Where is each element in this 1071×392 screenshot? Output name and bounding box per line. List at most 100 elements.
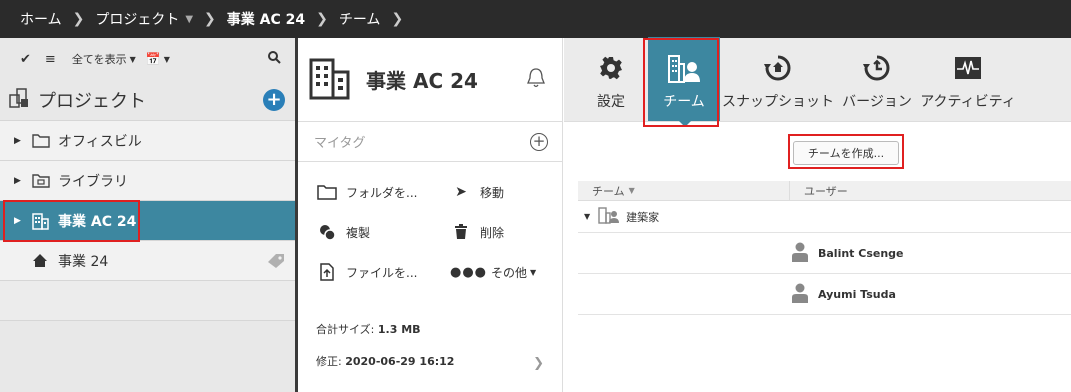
more-action-label: その他 xyxy=(491,265,528,280)
collapse-triangle-icon[interactable]: ▼ xyxy=(584,212,590,221)
chevron-right-icon: ❯ xyxy=(72,11,85,27)
user-icon xyxy=(792,283,808,306)
actions-row: 複製 削除 xyxy=(298,212,562,252)
trash-icon xyxy=(450,224,472,240)
move-action[interactable]: ➤ 移動 xyxy=(450,184,504,201)
create-team-button[interactable]: チームを作成... xyxy=(793,141,899,165)
move-action-label: 移動 xyxy=(480,185,505,200)
duplicate-action-label: 複製 xyxy=(346,225,371,240)
sidebar-item-project-24[interactable]: 事業 24 xyxy=(0,240,295,280)
team-icon xyxy=(667,51,701,85)
expand-triangle-icon[interactable]: ▶ xyxy=(14,216,26,226)
breadcrumb-project[interactable]: 事業 AC 24 xyxy=(227,9,305,29)
modified-value: 2020-06-29 16:12 xyxy=(345,355,455,368)
sidebar-item-project-ac24[interactable]: ▶ 事業 AC 24 xyxy=(0,200,295,240)
duplicate-icon xyxy=(316,223,338,241)
tab-label: 設定 xyxy=(597,94,625,110)
tab-version[interactable]: バージョン xyxy=(836,37,918,121)
tab-settings[interactable]: 設定 xyxy=(576,37,646,121)
calendar-icon[interactable]: 📅 xyxy=(146,52,161,66)
total-size-value: 1.3 MB xyxy=(377,323,421,336)
file-action[interactable]: ファイルを... xyxy=(316,263,450,281)
column-header-team[interactable]: チーム ▼ xyxy=(578,181,790,200)
table-row-user[interactable]: Balint Csenge xyxy=(578,233,1071,274)
delete-action-label: 削除 xyxy=(480,225,505,240)
folder-icon xyxy=(316,184,338,200)
caret-down-icon[interactable]: ▼ xyxy=(185,14,193,25)
house-icon xyxy=(32,253,52,268)
checkmark-icon[interactable]: ✔ xyxy=(20,52,31,67)
version-icon xyxy=(862,51,892,85)
add-project-button[interactable]: + xyxy=(263,89,285,111)
details-header: 事業 AC 24 xyxy=(298,38,562,122)
sidebar-toolbar: ✔ ≡ 全てを表示 ▼ 📅 ▼ xyxy=(0,38,295,80)
folder-icon xyxy=(32,133,52,148)
sidebar-item-label: 事業 24 xyxy=(58,253,109,270)
snapshot-icon xyxy=(763,51,793,85)
table-row-user[interactable]: Ayumi Tsuda xyxy=(578,274,1071,315)
sidebar: ✔ ≡ 全てを表示 ▼ 📅 ▼ プロジェクト + ▶ オフィスビル ▶ ライブラ… xyxy=(0,38,295,392)
tab-label: アクティビティ xyxy=(920,94,1016,110)
caret-down-icon[interactable]: ▼ xyxy=(164,55,170,64)
chevron-right-icon: ❯ xyxy=(204,11,216,27)
team-group-name: 建築家 xyxy=(626,210,660,224)
actions-row: フォルダを... ➤ 移動 xyxy=(298,172,562,212)
tag-icon[interactable] xyxy=(267,253,285,273)
gear-icon xyxy=(599,51,623,85)
tab-label: スナップショット xyxy=(722,94,834,110)
list-icon[interactable]: ≡ xyxy=(45,52,56,67)
total-size: 合計サイズ: 1.3 MB xyxy=(316,321,421,337)
actions-row: ファイルを... ●●● その他 ▼ xyxy=(298,252,562,292)
modified-date: 修正: 2020-06-29 16:12 xyxy=(316,353,454,369)
table-row-group[interactable]: ▼ 建築家 xyxy=(578,201,1071,233)
breadcrumb-bar: ホーム ❯ プロジェクト ▼ ❯ 事業 AC 24 ❯ チーム ❯ xyxy=(0,0,1071,38)
column-header-user[interactable]: ユーザー xyxy=(790,181,848,200)
show-all-dropdown[interactable]: 全てを表示 xyxy=(72,51,127,67)
search-icon[interactable] xyxy=(268,50,281,68)
file-action-label: ファイルを... xyxy=(346,265,418,280)
column-header-label: ユーザー xyxy=(804,184,848,198)
expand-triangle-icon[interactable]: ▶ xyxy=(14,176,26,186)
my-tags-field[interactable]: マイタグ + xyxy=(298,122,562,162)
projects-icon xyxy=(8,87,32,114)
user-icon xyxy=(792,242,808,265)
delete-action[interactable]: 削除 xyxy=(450,224,504,241)
breadcrumb-team[interactable]: チーム xyxy=(339,9,381,29)
folder-action-label: フォルダを... xyxy=(346,185,418,200)
caret-down-icon[interactable]: ▼ xyxy=(130,55,136,64)
building-icon xyxy=(32,212,52,230)
sidebar-item-library[interactable]: ▶ ライブラリ xyxy=(0,160,295,200)
breadcrumb-home[interactable]: ホーム xyxy=(20,9,62,29)
breadcrumb-projects[interactable]: プロジェクト xyxy=(95,9,179,29)
tab-snapshot[interactable]: スナップショット xyxy=(720,37,836,121)
sort-caret-icon: ▼ xyxy=(628,186,635,195)
tab-team[interactable]: チーム xyxy=(648,37,720,127)
expand-triangle-icon[interactable]: ▶ xyxy=(14,136,26,146)
sidebar-title: プロジェクト xyxy=(38,91,146,112)
user-name: Ayumi Tsuda xyxy=(818,287,896,301)
my-tags-placeholder: マイタグ xyxy=(314,136,366,151)
duplicate-action[interactable]: 複製 xyxy=(316,223,450,241)
sidebar-empty-row xyxy=(0,280,295,320)
sidebar-item-label: 事業 AC 24 xyxy=(58,213,137,230)
tab-activity[interactable]: アクティビティ xyxy=(918,37,1018,121)
team-group-icon xyxy=(598,206,620,227)
chevron-right-icon: ❯ xyxy=(391,11,404,27)
add-tag-button[interactable]: + xyxy=(530,132,548,151)
activity-icon xyxy=(954,51,982,85)
folder-action[interactable]: フォルダを... xyxy=(316,184,450,201)
sidebar-header: プロジェクト + xyxy=(0,80,295,120)
column-header-label: チーム xyxy=(592,184,625,198)
library-folder-icon xyxy=(32,173,52,188)
modified-label: 修正: xyxy=(316,355,342,368)
actions-grid: フォルダを... ➤ 移動 複製 削除 ファイルを... ●●● その他 ▼ xyxy=(298,162,562,292)
building-large-icon xyxy=(308,56,352,104)
tab-label: バージョン xyxy=(842,94,912,110)
chevron-right-icon: ❯ xyxy=(316,11,328,27)
file-upload-icon xyxy=(316,263,338,281)
team-table: チーム ▼ ユーザー ▼ 建築家 Balint Csenge Ayumi Tsu… xyxy=(578,181,1071,315)
chevron-right-icon[interactable]: ❯ xyxy=(533,356,544,371)
more-action[interactable]: ●●● その他 ▼ xyxy=(450,264,536,281)
sidebar-item-office-building[interactable]: ▶ オフィスビル xyxy=(0,120,295,160)
bell-icon[interactable] xyxy=(526,67,546,93)
